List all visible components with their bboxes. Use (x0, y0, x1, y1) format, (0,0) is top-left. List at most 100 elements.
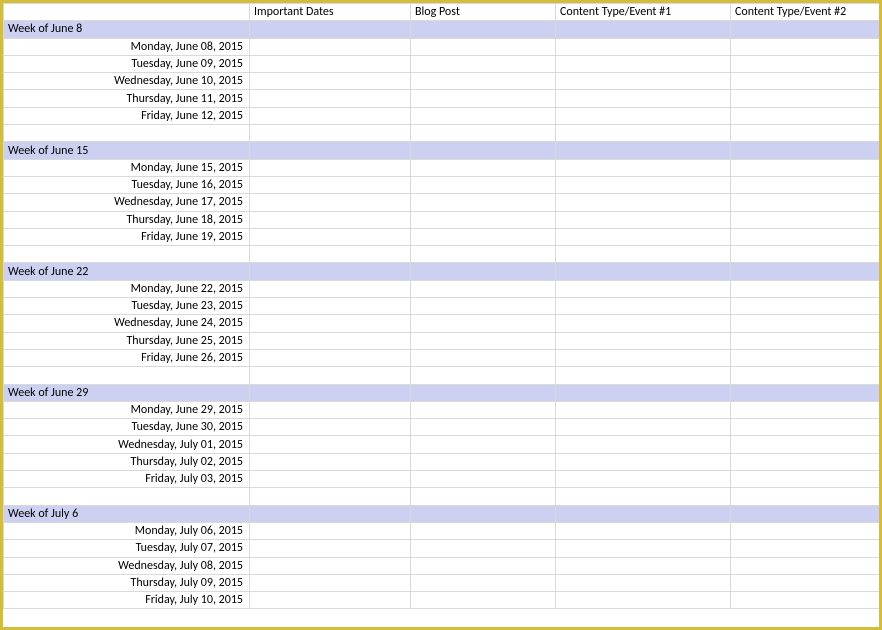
week-header-cell[interactable] (250, 21, 411, 38)
blank-cell[interactable] (4, 367, 250, 384)
data-cell[interactable] (411, 194, 556, 211)
date-cell[interactable]: Wednesday, June 17, 2015 (4, 194, 250, 211)
data-cell[interactable] (250, 574, 411, 591)
data-cell[interactable] (731, 453, 880, 470)
data-cell[interactable] (411, 211, 556, 228)
data-cell[interactable] (556, 38, 731, 55)
data-cell[interactable] (731, 90, 880, 107)
data-cell[interactable] (250, 540, 411, 557)
data-cell[interactable] (250, 453, 411, 470)
data-cell[interactable] (556, 453, 731, 470)
data-cell[interactable] (731, 522, 880, 539)
data-cell[interactable] (731, 38, 880, 55)
date-cell[interactable]: Wednesday, June 10, 2015 (4, 73, 250, 90)
data-cell[interactable] (731, 540, 880, 557)
date-cell[interactable]: Friday, June 12, 2015 (4, 107, 250, 124)
data-cell[interactable] (411, 315, 556, 332)
data-cell[interactable] (731, 159, 880, 176)
data-cell[interactable] (556, 228, 731, 245)
blank-cell[interactable] (250, 246, 411, 263)
date-cell[interactable]: Friday, July 03, 2015 (4, 471, 250, 488)
data-cell[interactable] (411, 280, 556, 297)
data-cell[interactable] (250, 90, 411, 107)
blank-cell[interactable] (4, 488, 250, 505)
week-header-cell[interactable] (411, 21, 556, 38)
data-cell[interactable] (556, 55, 731, 72)
blank-cell[interactable] (411, 246, 556, 263)
date-cell[interactable]: Monday, June 15, 2015 (4, 159, 250, 176)
data-cell[interactable] (731, 211, 880, 228)
data-cell[interactable] (731, 332, 880, 349)
week-header-cell[interactable] (250, 142, 411, 159)
week-header-cell[interactable] (556, 142, 731, 159)
blank-cell[interactable] (250, 367, 411, 384)
data-cell[interactable] (556, 280, 731, 297)
data-cell[interactable] (731, 349, 880, 366)
data-cell[interactable] (731, 280, 880, 297)
data-cell[interactable] (250, 419, 411, 436)
blank-cell[interactable] (556, 488, 731, 505)
blank-cell[interactable] (411, 488, 556, 505)
data-cell[interactable] (556, 73, 731, 90)
data-cell[interactable] (411, 90, 556, 107)
data-cell[interactable] (556, 522, 731, 539)
data-cell[interactable] (250, 592, 411, 609)
data-cell[interactable] (411, 228, 556, 245)
week-header-cell[interactable] (731, 142, 880, 159)
data-cell[interactable] (411, 574, 556, 591)
header-blog-post[interactable]: Blog Post (411, 4, 556, 21)
data-cell[interactable] (250, 557, 411, 574)
data-cell[interactable] (411, 38, 556, 55)
data-cell[interactable] (556, 349, 731, 366)
data-cell[interactable] (250, 298, 411, 315)
week-header-cell[interactable] (411, 142, 556, 159)
data-cell[interactable] (250, 159, 411, 176)
data-cell[interactable] (556, 315, 731, 332)
date-cell[interactable]: Tuesday, June 09, 2015 (4, 55, 250, 72)
blank-cell[interactable] (411, 367, 556, 384)
week-label-cell[interactable]: Week of June 15 (4, 142, 250, 159)
data-cell[interactable] (250, 471, 411, 488)
data-cell[interactable] (250, 211, 411, 228)
week-header-cell[interactable] (731, 384, 880, 401)
week-label-cell[interactable]: Week of June 8 (4, 21, 250, 38)
data-cell[interactable] (556, 401, 731, 418)
date-cell[interactable]: Wednesday, June 24, 2015 (4, 315, 250, 332)
data-cell[interactable] (731, 194, 880, 211)
data-cell[interactable] (411, 436, 556, 453)
blank-cell[interactable] (250, 488, 411, 505)
data-cell[interactable] (411, 159, 556, 176)
data-cell[interactable] (731, 315, 880, 332)
data-cell[interactable] (411, 540, 556, 557)
date-cell[interactable]: Friday, June 19, 2015 (4, 228, 250, 245)
header-date[interactable] (4, 4, 250, 21)
week-header-cell[interactable] (556, 505, 731, 522)
data-cell[interactable] (411, 419, 556, 436)
date-cell[interactable]: Thursday, June 25, 2015 (4, 332, 250, 349)
week-header-cell[interactable] (556, 384, 731, 401)
data-cell[interactable] (556, 540, 731, 557)
data-cell[interactable] (250, 176, 411, 193)
data-cell[interactable] (556, 176, 731, 193)
blank-cell[interactable] (4, 125, 250, 142)
date-cell[interactable]: Monday, July 06, 2015 (4, 522, 250, 539)
header-content-type-2[interactable]: Content Type/Event #2 (731, 4, 880, 21)
data-cell[interactable] (556, 557, 731, 574)
data-cell[interactable] (731, 592, 880, 609)
blank-cell[interactable] (731, 125, 880, 142)
date-cell[interactable]: Thursday, June 11, 2015 (4, 90, 250, 107)
week-header-cell[interactable] (731, 505, 880, 522)
data-cell[interactable] (556, 194, 731, 211)
data-cell[interactable] (731, 401, 880, 418)
week-label-cell[interactable]: Week of June 29 (4, 384, 250, 401)
date-cell[interactable]: Friday, July 10, 2015 (4, 592, 250, 609)
data-cell[interactable] (411, 592, 556, 609)
data-cell[interactable] (250, 194, 411, 211)
date-cell[interactable]: Thursday, July 02, 2015 (4, 453, 250, 470)
week-header-cell[interactable] (556, 263, 731, 280)
data-cell[interactable] (411, 349, 556, 366)
date-cell[interactable]: Friday, June 26, 2015 (4, 349, 250, 366)
week-label-cell[interactable]: Week of June 22 (4, 263, 250, 280)
data-cell[interactable] (556, 419, 731, 436)
data-cell[interactable] (731, 107, 880, 124)
